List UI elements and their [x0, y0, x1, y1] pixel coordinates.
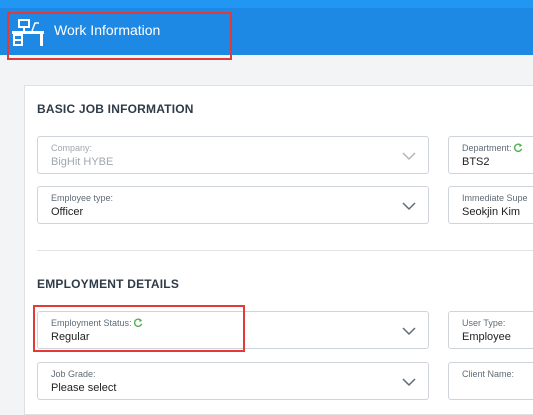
client-name-input[interactable]: Client Name: [448, 362, 533, 400]
employee-type-select[interactable]: Employee type: Officer [37, 186, 429, 224]
section-title-employment: EMPLOYMENT DETAILS [37, 277, 180, 291]
immediate-superior-select[interactable]: Immediate Supe Seokjin Kim [448, 186, 533, 224]
department-label-wrap: Department: [462, 143, 523, 153]
job-grade-value: Please select [51, 382, 117, 394]
immediate-superior-label: Immediate Supe [462, 193, 528, 203]
highlight-employment-status [33, 305, 245, 352]
department-value: BTS2 [462, 156, 490, 168]
employee-type-value: Officer [51, 206, 84, 218]
user-type-value: Employee [462, 331, 511, 343]
company-label: Company: [51, 143, 93, 153]
chevron-down-icon [402, 149, 416, 163]
company-value: BigHit HYBE [51, 156, 114, 168]
chevron-down-icon [402, 199, 416, 213]
job-grade-select[interactable]: Job Grade: Please select [37, 362, 429, 400]
employee-type-label: Employee type: [51, 193, 114, 203]
top-accent-strip [0, 0, 533, 8]
chevron-down-icon [402, 324, 416, 338]
section-title-basic: BASIC JOB INFORMATION [37, 102, 194, 116]
highlight-header [7, 12, 232, 60]
sync-icon [513, 143, 523, 152]
job-grade-label: Job Grade: [51, 369, 96, 379]
chevron-down-icon [402, 375, 416, 389]
client-name-label: Client Name: [462, 369, 515, 379]
user-type-label: User Type: [462, 318, 506, 328]
department-label: Department: [462, 143, 512, 153]
department-select[interactable]: Department: BTS2 [448, 136, 533, 174]
immediate-superior-value: Seokjin Kim [462, 206, 521, 218]
company-select: Company: BigHit HYBE [37, 136, 429, 174]
section-divider [37, 250, 533, 251]
user-type-select[interactable]: User Type: Employee [448, 311, 533, 349]
